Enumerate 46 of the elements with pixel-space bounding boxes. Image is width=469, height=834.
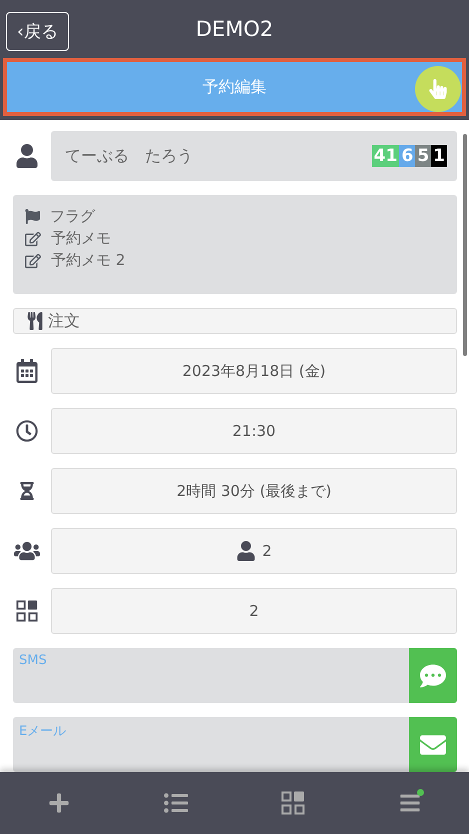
field-value: 2023年8月18日 (金) (182, 362, 326, 380)
send-sms-button[interactable] (409, 648, 457, 703)
time-field[interactable]: 21:30 (51, 408, 457, 454)
send-email-button[interactable] (409, 717, 457, 772)
count-badge: 5 (415, 145, 432, 167)
message-label: Eメール (18, 723, 68, 741)
field-value: 2 (262, 542, 272, 560)
edit-icon (25, 252, 41, 268)
list-icon (164, 791, 188, 815)
grid-icon (281, 791, 306, 815)
grid-icon (16, 600, 38, 622)
clock-icon (16, 420, 38, 442)
notes-panel[interactable]: フラグ 予約メモ 予約メモ 2 (13, 195, 457, 294)
hourglass-icon (18, 482, 36, 500)
note-label: フラグ (50, 207, 95, 226)
plus-icon (48, 792, 70, 814)
order-field[interactable]: 注文 (13, 308, 457, 334)
field-value: 2 (249, 602, 259, 620)
utensils-icon (26, 312, 44, 330)
guest-name-field[interactable]: てーぶる たろう 41 6 5 1 (51, 131, 457, 181)
count-badge: 1 (431, 145, 447, 167)
guest-name: てーぶる たろう (65, 146, 193, 166)
note-label: 予約メモ 2 (51, 251, 126, 270)
count-badge: 41 (372, 145, 400, 167)
edit-icon (25, 230, 41, 246)
count-badge: 6 (399, 145, 416, 167)
chat-icon (420, 662, 446, 688)
message-label: SMS (18, 652, 48, 670)
field-value: 2時間 30分 (最後まで) (176, 482, 332, 500)
back-button[interactable]: ‹戻る (6, 12, 69, 51)
order-label: 注文 (48, 310, 80, 332)
note-label: 予約メモ (51, 229, 111, 248)
person-icon (236, 541, 256, 561)
date-field[interactable]: 2023年8月18日 (金) (51, 348, 457, 394)
pointer-cursor-icon (415, 66, 461, 112)
scrollbar[interactable] (463, 134, 467, 356)
calendar-icon (15, 359, 39, 383)
field-value: 21:30 (232, 422, 276, 440)
menu-icon (399, 792, 422, 814)
people-field[interactable]: 2 (51, 528, 457, 574)
flag-icon (25, 209, 40, 224)
page-title: DEMO2 (196, 17, 274, 41)
table-field[interactable]: 2 (51, 588, 457, 634)
person-icon (15, 144, 39, 168)
notification-dot (417, 789, 424, 796)
duration-field[interactable]: 2時間 30分 (最後まで) (51, 468, 457, 514)
